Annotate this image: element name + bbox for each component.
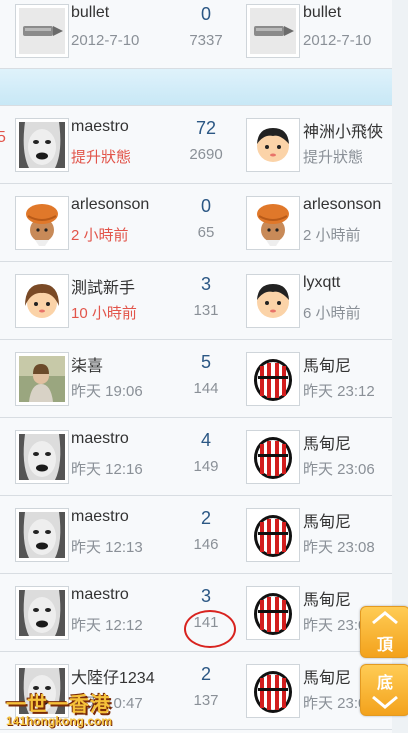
section-divider-banner [0, 69, 392, 106]
last-post-time: 昨天 23:08 [303, 539, 375, 556]
author-name[interactable]: maestro [71, 430, 159, 448]
reply-count: 0 [200, 4, 211, 24]
post-time: 提升狀態 [71, 149, 132, 166]
author-name[interactable]: arlesonson [71, 196, 159, 214]
post-time: 昨天 12:12 [71, 617, 143, 634]
view-count: 137 [193, 692, 219, 709]
view-count: 65 [197, 224, 215, 241]
post-time: 2012-7-10 [71, 32, 140, 49]
last-post-time: 提升狀態 [303, 149, 364, 166]
author-avatar[interactable] [15, 274, 69, 328]
post-time: 10 小時前 [71, 305, 137, 322]
logo-title: 一世一香港 [6, 694, 111, 716]
view-count: 7337 [189, 32, 223, 49]
last-poster-name[interactable]: 神洲小飛俠 [303, 118, 392, 142]
logo-url: 141hongkong.com [6, 714, 113, 728]
author-avatar[interactable] [15, 508, 69, 562]
last-poster-name[interactable]: 馬甸尼 [303, 352, 392, 376]
view-count: 144 [193, 380, 219, 397]
view-count: 149 [193, 458, 219, 475]
last-poster-avatar[interactable] [246, 352, 300, 406]
view-count: 146 [193, 536, 219, 553]
highlight-circle [184, 610, 236, 648]
thread-row[interactable]: maestro 昨天 12:13 2 146 馬甸尼昨天 23:08 [0, 496, 392, 574]
last-poster-name[interactable]: 馬甸尼 [303, 430, 392, 454]
reply-count: 3 [200, 586, 211, 606]
last-poster-avatar[interactable] [246, 586, 300, 640]
author-name[interactable]: 柒喜 [71, 352, 159, 376]
author-avatar[interactable] [15, 196, 69, 250]
scroll-bottom-button[interactable]: 底 [360, 664, 408, 716]
author-name[interactable]: maestro [71, 118, 159, 136]
last-poster-avatar[interactable] [246, 430, 300, 484]
scroll-top-label: 頂 [376, 637, 393, 654]
left-edge-marker: 5 [0, 129, 6, 146]
last-poster-name[interactable]: arlesonson [303, 196, 392, 214]
thread-row[interactable]: bullet 2012-7-10 0 7337 bullet 2012-7-10 [0, 0, 392, 69]
last-poster-avatar[interactable] [246, 196, 300, 250]
post-time: 昨天 12:13 [71, 539, 143, 556]
reply-count: 2 [200, 508, 211, 528]
author-avatar[interactable] [15, 118, 69, 172]
last-poster-name[interactable]: bullet [303, 4, 392, 22]
reply-count: 4 [200, 430, 211, 450]
last-poster-avatar[interactable] [246, 4, 300, 58]
last-post-time: 昨天 23:06 [303, 461, 375, 478]
chevron-down-icon [372, 695, 398, 709]
author-avatar[interactable] [15, 430, 69, 484]
last-poster-name[interactable]: 馬甸尼 [303, 508, 392, 532]
last-post-time: 2 小時前 [303, 227, 361, 244]
chevron-up-icon [372, 611, 398, 625]
author-name[interactable]: maestro [71, 508, 159, 526]
author-avatar[interactable] [15, 352, 69, 406]
last-post-time: 昨天 23:12 [303, 383, 375, 400]
author-name[interactable]: 大陸仔1234 [71, 664, 159, 688]
last-post-time: 6 小時前 [303, 305, 361, 322]
thread-row[interactable]: 柒喜昨天 19:06 5 144 馬甸尼昨天 23:12 [0, 340, 392, 418]
last-poster-name[interactable]: lyxqtt [303, 274, 392, 292]
view-count: 131 [193, 302, 219, 319]
author-name[interactable]: bullet [71, 4, 159, 22]
post-time: 2 小時前 [71, 227, 129, 244]
author-name[interactable]: maestro [71, 586, 159, 604]
post-time: 昨天 12:16 [71, 461, 143, 478]
reply-count: 5 [200, 352, 211, 372]
author-name[interactable]: 測試新手 [71, 274, 159, 298]
last-post-time: 2012-7-10 [303, 32, 372, 49]
author-avatar[interactable] [15, 586, 69, 640]
thread-row[interactable]: arlesonson 2 小時前 0 65 arlesonson 2 小時前 [0, 184, 392, 262]
last-poster-avatar[interactable] [246, 274, 300, 328]
reply-count: 0 [200, 196, 211, 216]
watermark-logo: 一世一香港 141hongkong.com [0, 688, 150, 733]
thread-row[interactable]: 測試新手 10 小時前 3 131 lyxqtt 6 小時前 [0, 262, 392, 340]
last-poster-avatar[interactable] [246, 118, 300, 172]
author-avatar[interactable] [15, 4, 69, 58]
scroll-top-button[interactable]: 頂 [360, 606, 408, 658]
reply-count: 3 [200, 274, 211, 294]
thread-row[interactable]: maestro 昨天 12:16 4 149 馬甸尼昨天 23:06 [0, 418, 392, 496]
post-time: 昨天 19:06 [71, 383, 143, 400]
thread-row[interactable]: maestro 提升狀態 72 2690 神洲小飛俠提升狀態 [0, 106, 392, 184]
last-poster-avatar[interactable] [246, 508, 300, 562]
view-count: 2690 [189, 146, 223, 163]
last-poster-avatar[interactable] [246, 664, 300, 718]
reply-count: 72 [195, 118, 217, 138]
scroll-bottom-label: 底 [376, 675, 393, 692]
reply-count: 2 [200, 664, 211, 684]
